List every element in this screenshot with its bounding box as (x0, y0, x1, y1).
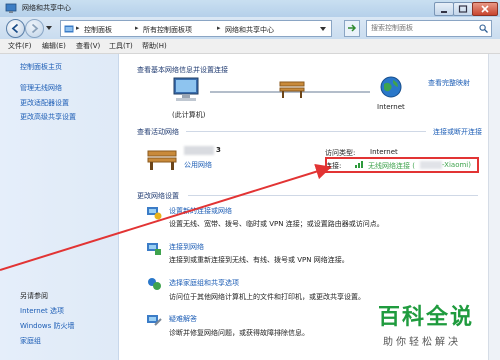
page-heading: 查看基本网络信息并设置连接 (137, 66, 228, 74)
address-bar[interactable]: ▸ 控制面板 ▸ 所有控制面板项 ▸ 网络和共享中心 (60, 20, 332, 37)
history-dropdown-icon[interactable] (45, 24, 53, 34)
menu-tools[interactable]: 工具(T) (109, 41, 133, 51)
maximize-button[interactable] (453, 2, 473, 16)
troubleshoot-link[interactable]: 疑难解答 (169, 314, 197, 324)
internet-options-link[interactable]: Internet 选项 (20, 306, 64, 316)
new-connection-icon (146, 204, 162, 222)
network-center-icon (5, 3, 17, 14)
title-bar: 网络和共享中心 (0, 0, 500, 17)
connect-network-icon (146, 240, 162, 258)
window-title: 网络和共享中心 (22, 4, 71, 12)
search-icon[interactable] (479, 24, 488, 35)
menu-edit[interactable]: 编辑(E) (42, 41, 66, 51)
connect-disconnect-link[interactable]: 连接或断开连接 (433, 127, 482, 137)
refresh-button[interactable] (344, 20, 360, 37)
divider (188, 195, 478, 196)
see-also-heading: 另请参阅 (20, 292, 48, 300)
internet-label: Internet (377, 103, 405, 111)
setup-connection-desc: 设置无线、宽带、拨号、临时或 VPN 连接；或设置路由器或访问点。 (169, 220, 384, 228)
full-map-link[interactable]: 查看完整映射 (428, 78, 470, 88)
divider (186, 131, 426, 132)
forward-button[interactable] (25, 19, 44, 38)
breadcrumb-separator-icon: ▸ (217, 24, 221, 32)
breadcrumb-network-center[interactable]: 网络和共享中心 (225, 25, 274, 35)
public-network-bench-icon (146, 145, 178, 173)
change-sharing-link[interactable]: 更改高级共享设置 (20, 112, 76, 122)
homegroup-sharing-desc: 访问位于其他网络计算机上的文件和打印机，或更改共享设置。 (169, 293, 365, 301)
breadcrumb-separator-icon: ▸ (76, 24, 80, 32)
this-computer-label: (此计算机) (172, 111, 206, 119)
computer-icon (170, 76, 204, 106)
homegroup-link[interactable]: 家庭组 (20, 336, 41, 346)
folder-icon (64, 24, 74, 35)
troubleshoot-desc: 诊断并修复网络问题，或获得故障排除信息。 (169, 329, 309, 337)
back-button[interactable] (6, 19, 25, 38)
menu-file[interactable]: 文件(F) (8, 41, 32, 51)
menu-help[interactable]: 帮助(H) (142, 41, 167, 51)
highlight-box (325, 157, 479, 173)
watermark-tagline: 助你轻松解决 (383, 337, 461, 348)
active-networks-heading: 查看活动网络 (137, 128, 179, 136)
manage-wireless-link[interactable]: 管理无线网络 (20, 83, 62, 93)
internet-globe-icon (380, 76, 402, 100)
address-dropdown-icon[interactable] (319, 25, 327, 35)
network-name-suffix: 3 (216, 146, 221, 154)
windows-firewall-link[interactable]: Windows 防火墙 (20, 321, 74, 331)
close-button[interactable] (472, 2, 498, 16)
breadcrumb-control-panel[interactable]: 控制面板 (84, 25, 112, 35)
bench-network-icon (278, 76, 306, 102)
connect-network-link[interactable]: 连接到网络 (169, 242, 204, 252)
access-type-value: Internet (370, 148, 398, 156)
change-settings-heading: 更改网络设置 (137, 192, 179, 200)
homegroup-sharing-link[interactable]: 选择家庭组和共享选项 (169, 278, 239, 288)
connect-network-desc: 连接到或重新连接到无线、有线、拨号或 VPN 网络连接。 (169, 256, 349, 264)
left-pane: 控制面板主页 管理无线网络 更改适配器设置 更改高级共享设置 另请参阅 Inte… (0, 54, 119, 360)
blurred-network-name (184, 146, 214, 155)
minimize-button[interactable] (434, 2, 454, 16)
menu-bar: 文件(F) 编辑(E) 查看(V) 工具(T) 帮助(H) (0, 39, 500, 54)
menu-view[interactable]: 查看(V) (76, 41, 100, 51)
control-panel-home-link[interactable]: 控制面板主页 (20, 62, 62, 72)
troubleshoot-icon (146, 312, 162, 330)
setup-connection-link[interactable]: 设置新的连接或网络 (169, 206, 232, 216)
breadcrumb-separator-icon: ▸ (135, 24, 139, 32)
homegroup-icon (146, 276, 162, 294)
search-input[interactable] (371, 24, 471, 32)
public-network-link[interactable]: 公用网络 (184, 160, 212, 170)
change-adapter-link[interactable]: 更改适配器设置 (20, 98, 69, 108)
breadcrumb-all-items[interactable]: 所有控制面板项 (143, 25, 192, 35)
vertical-scrollbar[interactable] (488, 54, 500, 360)
watermark-logo-text: 百科全说 (378, 305, 475, 330)
search-box[interactable] (366, 20, 492, 37)
